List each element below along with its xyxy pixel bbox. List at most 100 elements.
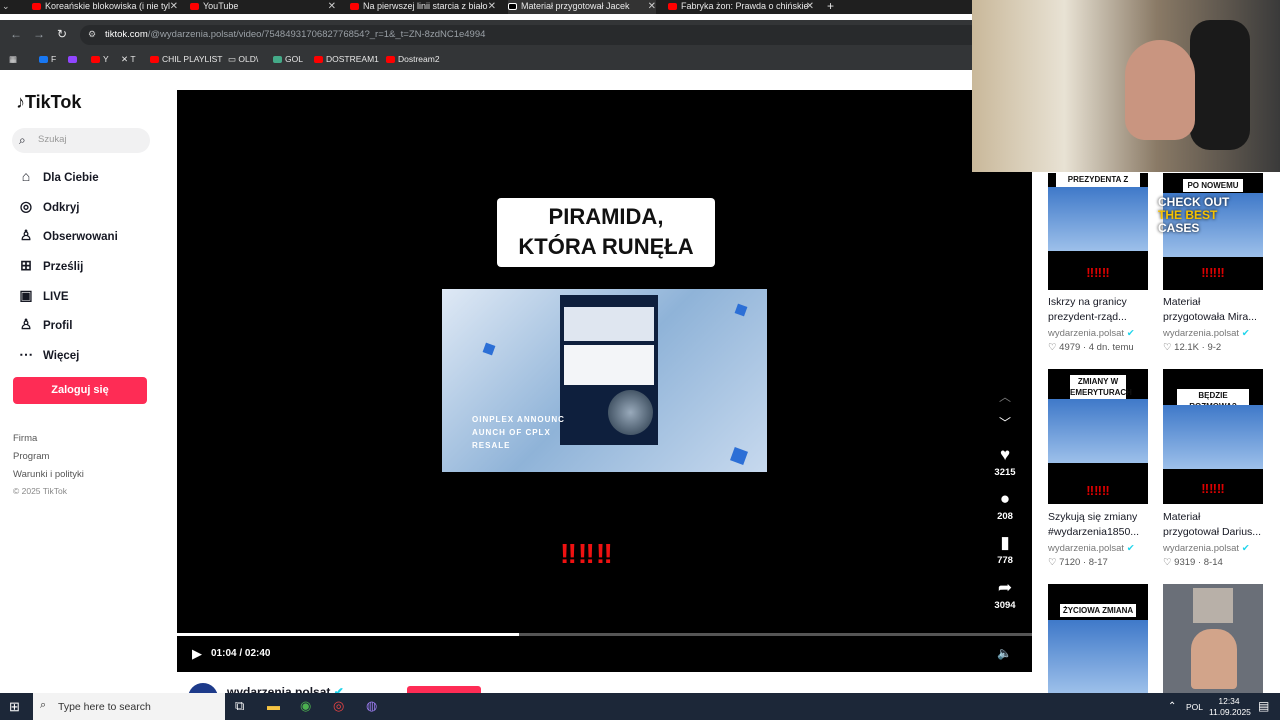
next-video-icon[interactable]: ﹀	[990, 414, 1020, 431]
frame-overlay-text: OINPLEX ANNOUNC AUNCH OF CPLX RESALE	[472, 415, 565, 450]
bookmark-dostream2[interactable]: Dostream2	[386, 54, 440, 64]
verified-icon: ✔	[1241, 328, 1250, 339]
like-count: 3215	[994, 467, 1016, 478]
gol-icon	[273, 56, 282, 63]
sidebar-item-live[interactable]: ▣ LIVE	[16, 287, 68, 307]
language-indicator[interactable]: POL	[1186, 702, 1203, 712]
share-button[interactable]: ➦ 3094	[990, 578, 1020, 611]
card-title[interactable]: Iskrzy na granicy prezydent-rząd...	[1048, 295, 1152, 325]
webcam-person	[1125, 40, 1195, 140]
related-video-card[interactable]: BĘDZIE ROZMOWA? ‼‼‼	[1163, 369, 1263, 504]
related-video-card[interactable]: ŻYCIOWA ZMIANA	[1048, 584, 1148, 693]
prev-video-icon[interactable]: ︿	[990, 388, 1020, 405]
taskbar-search-placeholder: Type here to search	[58, 701, 151, 713]
youtube-icon	[668, 3, 677, 10]
sidebar-item-odkryj[interactable]: ◎ Odkryj	[16, 198, 80, 218]
compass-icon: ◎	[19, 198, 33, 214]
tiktok-logo[interactable]: ♪TikTok	[16, 92, 81, 113]
verified-icon: ✔	[1126, 328, 1135, 339]
login-button[interactable]: Zaloguj się	[13, 377, 147, 404]
site-info-icon[interactable]: ⚙	[88, 29, 96, 40]
search-placeholder: Szukaj	[38, 134, 67, 145]
card-author[interactable]: wydarzenia.polsat ✔	[1048, 328, 1135, 339]
card-thumbnail	[1193, 588, 1233, 623]
save-button[interactable]: ▮ 778	[990, 533, 1020, 566]
discord-icon[interactable]: ◍	[366, 698, 377, 714]
bookmark-f[interactable]: F	[39, 54, 56, 64]
file-explorer-icon[interactable]: ▬	[267, 698, 280, 713]
card-author[interactable]: wydarzenia.polsat ✔	[1048, 543, 1135, 554]
bookmark-gol[interactable]: GOL	[273, 54, 303, 64]
close-icon[interactable]: ✕	[806, 0, 814, 13]
close-icon[interactable]: ✕	[170, 0, 178, 13]
search-input[interactable]	[12, 128, 150, 153]
tray-expand-icon[interactable]: ⌃	[1168, 701, 1176, 712]
footer-link-firma[interactable]: Firma	[13, 433, 37, 444]
document-screenshot	[560, 295, 658, 445]
bookmark-t[interactable]: ✕ T	[121, 54, 136, 65]
tab-3-active[interactable]: Materiał przygotował Jacek ✕	[508, 0, 656, 14]
tab-search-button[interactable]: ⌄	[2, 0, 24, 14]
caption-line: KTÓRA RUNĘŁA	[518, 234, 694, 259]
footer-link-program[interactable]: Program	[13, 451, 49, 462]
card-thumbnail	[1191, 629, 1237, 689]
card-title[interactable]: Szykują się zmiany #wydarzenia1850...	[1048, 510, 1152, 540]
tab-1[interactable]: YouTube ✕	[190, 0, 336, 14]
windows-start-icon[interactable]: ⊞	[9, 699, 20, 715]
comment-button[interactable]: ● 208	[990, 489, 1020, 522]
sidebar-item-dla-ciebie[interactable]: ⌂ Dla Ciebie	[16, 168, 99, 188]
new-tab-button[interactable]: +	[827, 0, 839, 14]
footer-link-terms[interactable]: Warunki i polityki	[13, 469, 84, 480]
card-meta: ♡ 12.1K · 9-2	[1163, 342, 1222, 353]
bookmark-old[interactable]: ▭ OLD\	[228, 54, 258, 65]
card-exclaim: ‼‼‼	[1201, 265, 1225, 280]
tab-0[interactable]: Koreańskie blokowiska (i nie tyl ✕	[32, 0, 178, 14]
bookmark-twitch[interactable]	[68, 54, 80, 64]
card-author[interactable]: wydarzenia.polsat ✔	[1163, 328, 1250, 339]
card-title[interactable]: Materiał przygotował Darius...	[1163, 510, 1267, 540]
sidebar-item-wiecej[interactable]: ⋯ Więcej	[16, 346, 79, 366]
obs-icon[interactable]: ◎	[333, 698, 344, 714]
back-icon[interactable]: ←	[10, 27, 22, 41]
notification-icon[interactable]: ▤	[1258, 699, 1269, 713]
cube-decoration	[734, 303, 748, 317]
sidebar-item-obserwowani[interactable]: ♙ Obserwowani	[16, 227, 118, 247]
tab-2[interactable]: Na pierwszej linii starcia z biało ✕	[350, 0, 496, 14]
close-icon[interactable]: ✕	[328, 0, 336, 13]
facebook-icon	[39, 56, 48, 63]
bookmark-chil-playlist[interactable]: CHIL PLAYLIST	[150, 54, 222, 64]
sidebar-item-przeslij[interactable]: ⊞ Prześlij	[16, 257, 83, 277]
related-video-card[interactable]: ZMIANY W EMERYTURACH ‼‼‼	[1048, 369, 1148, 504]
url-path: /@wydarzenia.polsat/video/75484931706827…	[147, 29, 486, 40]
card-tag: PO NOWEMU	[1183, 179, 1243, 192]
reload-icon[interactable]: ↻	[57, 27, 67, 41]
card-author[interactable]: wydarzenia.polsat ✔	[1163, 543, 1250, 554]
tab-4[interactable]: Fabryka żon: Prawda o chińskie ✕	[668, 0, 814, 14]
close-icon[interactable]: ✕	[488, 0, 496, 13]
twitch-icon	[68, 56, 77, 63]
bookmark-y[interactable]: Y	[91, 54, 109, 64]
chrome-icon[interactable]: ◉	[300, 698, 311, 714]
related-video-card[interactable]: PREZYDENTA Z RZĄDEM ‼‼‼	[1048, 173, 1148, 290]
card-exclaim: ‼‼‼	[1086, 265, 1110, 280]
bookmark-dostream1[interactable]: DOSTREAM1	[314, 54, 379, 64]
play-icon[interactable]: ▶	[192, 646, 202, 662]
sidebar-item-profil[interactable]: ♙ Profil	[16, 316, 73, 336]
close-icon[interactable]: ✕	[648, 0, 656, 13]
card-meta: ♡ 7120 · 8-17	[1048, 557, 1108, 568]
like-button[interactable]: ♥ 3215	[990, 445, 1020, 478]
exclamation-marks: ‼‼‼	[560, 538, 614, 569]
card-title[interactable]: Materiał przygotowała Mira...	[1163, 295, 1267, 325]
heart-outline-icon: ♡	[1163, 557, 1175, 568]
forward-icon[interactable]: →	[33, 27, 45, 41]
address-bar[interactable]: tiktok.com/@wydarzenia.polsat/video/7548…	[80, 25, 980, 45]
youtube-icon	[91, 56, 100, 63]
clock-date[interactable]: 11.09.2025	[1209, 707, 1251, 717]
volume-icon[interactable]: 🔈	[997, 646, 1012, 660]
apps-icon[interactable]: ▦	[9, 54, 17, 65]
comment-count: 208	[997, 511, 1013, 522]
related-video-card[interactable]	[1163, 584, 1263, 693]
task-view-icon[interactable]: ⧉	[235, 698, 244, 714]
card-exclaim: ‼‼‼	[1201, 481, 1225, 496]
clock-time[interactable]: 12:34	[1209, 696, 1249, 706]
